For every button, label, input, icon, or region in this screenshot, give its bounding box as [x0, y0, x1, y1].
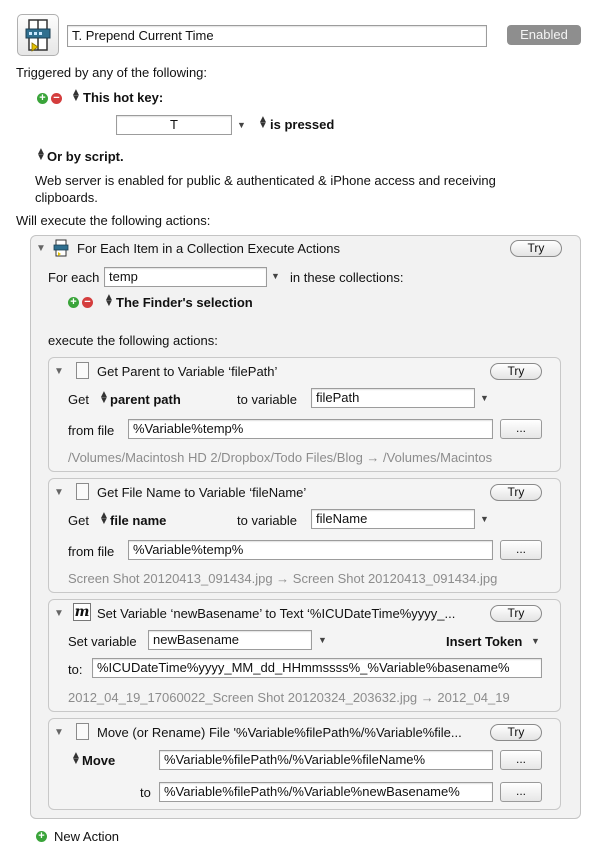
- add-collection-icon[interactable]: +: [68, 297, 79, 308]
- new-action-button[interactable]: New Action: [54, 829, 119, 844]
- action4-file-icon: [76, 723, 89, 740]
- hotkey-field[interactable]: T: [116, 115, 232, 135]
- for-each-collapse-icon[interactable]: ▼: [36, 243, 46, 254]
- action2-preview: Screen Shot 20120413_091434.jpg → Screen…: [68, 571, 498, 586]
- action2-browse-button[interactable]: ...: [500, 540, 542, 560]
- action4-move-field[interactable]: %Variable%filePath%/%Variable%fileName%: [159, 750, 493, 770]
- action1-title: Get Parent to Variable ‘filePath’: [97, 364, 278, 379]
- action3-set-variable-label: Set variable: [68, 634, 137, 649]
- remove-trigger-icon[interactable]: −: [51, 93, 62, 104]
- action2-try-button[interactable]: Try: [490, 484, 542, 501]
- action2-get-option[interactable]: file name: [110, 513, 166, 528]
- action1-get-stepper-icon[interactable]: ▲ ▼: [99, 390, 109, 406]
- hotkey-state-label[interactable]: is pressed: [270, 117, 334, 132]
- for-each-title: For Each Item in a Collection Execute Ac…: [77, 241, 341, 256]
- action2-file-icon: [76, 483, 89, 500]
- hotkey-dropdown-icon[interactable]: ▼: [237, 120, 246, 130]
- action1-get-option[interactable]: parent path: [110, 392, 181, 407]
- action1-from-file-field[interactable]: %Variable%temp%: [128, 419, 493, 439]
- triggers-heading: Triggered by any of the following:: [16, 65, 208, 80]
- trigger-type-stepper-icon[interactable]: ▲ ▼: [71, 88, 81, 104]
- action2-from-file-field[interactable]: %Variable%temp%: [128, 540, 493, 560]
- action2-variable-dropdown-icon[interactable]: ▼: [480, 514, 489, 524]
- action2-title: Get File Name to Variable ‘fileName’: [97, 485, 307, 500]
- enabled-button[interactable]: Enabled: [507, 25, 581, 45]
- hotkey-trigger-label[interactable]: This hot key:: [83, 90, 163, 105]
- add-trigger-icon[interactable]: +: [37, 93, 48, 104]
- for-each-variable-dropdown-icon[interactable]: ▼: [271, 271, 280, 281]
- action1-file-icon: [76, 362, 89, 379]
- action4-title: Move (or Rename) File '%Variable%filePat…: [97, 725, 462, 740]
- action2-from-file-label: from file: [68, 544, 115, 559]
- action1-collapse-icon[interactable]: ▼: [54, 366, 64, 377]
- action4-collapse-icon[interactable]: ▼: [54, 727, 64, 738]
- remove-collection-icon[interactable]: −: [82, 297, 93, 308]
- new-action-icon[interactable]: +: [36, 831, 47, 842]
- action3-try-button[interactable]: Try: [490, 605, 542, 622]
- action3-variable-dropdown-icon[interactable]: ▼: [318, 635, 327, 645]
- action4-move-browse-button[interactable]: ...: [500, 750, 542, 770]
- action1-to-variable-label: to variable: [237, 392, 297, 407]
- for-each-action-icon: [52, 239, 70, 260]
- action1-browse-button[interactable]: ...: [500, 419, 542, 439]
- macro-icon[interactable]: [17, 14, 59, 56]
- action3-text-icon: m: [73, 603, 91, 621]
- action2-variable-field[interactable]: fileName: [311, 509, 475, 529]
- insert-token-button[interactable]: Insert Token: [446, 634, 522, 649]
- web-server-text: Web server is enabled for public & authe…: [35, 173, 496, 205]
- action1-variable-field[interactable]: filePath: [311, 388, 475, 408]
- action3-title: Set Variable ‘newBasename’ to Text ‘%ICU…: [97, 606, 456, 621]
- action1-try-button[interactable]: Try: [490, 363, 542, 380]
- action4-move-stepper-icon[interactable]: ▲ ▼: [71, 751, 81, 767]
- action3-collapse-icon[interactable]: ▼: [54, 608, 64, 619]
- collections-label: in these collections:: [290, 270, 404, 285]
- action3-to-label: to:: [68, 662, 83, 677]
- action3-preview: 2012_04_19_17060022_Screen Shot 20120324…: [68, 690, 510, 705]
- action2-to-variable-label: to variable: [237, 513, 297, 528]
- action4-to-field[interactable]: %Variable%filePath%/%Variable%newBasenam…: [159, 782, 493, 802]
- collection-item-label[interactable]: The Finder's selection: [116, 295, 253, 310]
- action4-move-label[interactable]: Move: [82, 753, 115, 768]
- execute-label: execute the following actions:: [48, 333, 218, 348]
- script-stepper-icon[interactable]: ▲ ▼: [36, 147, 46, 163]
- macro-name-field[interactable]: T. Prepend Current Time: [67, 25, 487, 47]
- hotkey-state-stepper-icon[interactable]: ▲ ▼: [258, 115, 268, 131]
- for-each-try-button[interactable]: Try: [510, 240, 562, 257]
- action4-try-button[interactable]: Try: [490, 724, 542, 741]
- action1-variable-dropdown-icon[interactable]: ▼: [480, 393, 489, 403]
- action3-variable-field[interactable]: newBasename: [148, 630, 312, 650]
- action4-to-label: to: [140, 785, 151, 800]
- for-each-label: For each: [48, 270, 100, 285]
- action4-to-browse-button[interactable]: ...: [500, 782, 542, 802]
- action2-get-stepper-icon[interactable]: ▲ ▼: [99, 511, 109, 527]
- for-each-variable-field[interactable]: temp: [104, 267, 267, 287]
- action2-get-label: Get: [68, 513, 89, 528]
- collection-stepper-icon[interactable]: ▲ ▼: [104, 293, 114, 309]
- script-trigger-label[interactable]: Or by script.: [47, 149, 124, 164]
- action1-preview: /Volumes/Macintosh HD 2/Dropbox/Todo Fil…: [68, 450, 493, 465]
- insert-token-dropdown-icon[interactable]: ▼: [531, 636, 540, 646]
- action1-from-file-label: from file: [68, 423, 115, 438]
- action2-collapse-icon[interactable]: ▼: [54, 487, 64, 498]
- action3-to-field[interactable]: %ICUDateTime%yyyy_MM_dd_HHmmssss%_%Varia…: [92, 658, 542, 678]
- actions-heading: Will execute the following actions:: [16, 213, 211, 228]
- action1-get-label: Get: [68, 392, 89, 407]
